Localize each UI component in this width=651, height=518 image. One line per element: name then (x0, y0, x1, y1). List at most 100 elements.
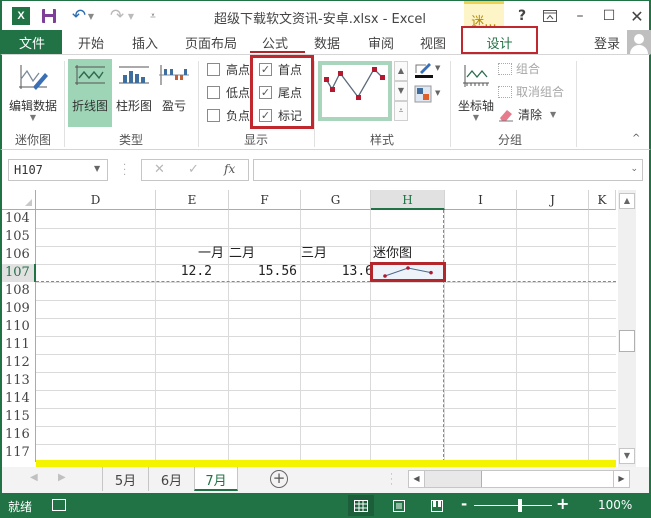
vertical-scrollbar[interactable]: ▲ ▼ (618, 190, 636, 467)
cancel-icon[interactable]: ✕ (154, 162, 165, 177)
sparkline-color-button[interactable]: ▼ (414, 61, 442, 79)
next-sheet-icon[interactable]: ▶ (58, 472, 66, 483)
vertical-scroll-thumb[interactable] (619, 330, 635, 352)
add-sheet-button[interactable]: + (270, 470, 288, 488)
formula-input[interactable]: ⌄ (253, 159, 643, 181)
axis-button[interactable]: 坐标轴 ▼ (454, 59, 498, 127)
redo-dropdown-icon[interactable]: ▼ (126, 7, 136, 25)
minimize-button[interactable]: – (570, 7, 590, 25)
gallery-scroll-down[interactable]: ▼ (394, 81, 408, 101)
tab-design[interactable]: 设计 (461, 26, 538, 54)
tab-insert[interactable]: 插入 (124, 30, 166, 54)
excel-app-icon[interactable]: X (12, 7, 30, 25)
sparkline-style-gallery[interactable] (318, 61, 392, 121)
negative-point-checkbox[interactable]: 负点 (207, 106, 250, 124)
row-header-111[interactable]: 111 (2, 336, 36, 354)
high-point-checkbox[interactable]: 高点 (207, 60, 250, 78)
group-button[interactable]: 组合 (498, 60, 540, 77)
column-sparkline-button[interactable]: 柱形图 (114, 59, 154, 127)
cell-E106[interactable]: 一月 (156, 245, 228, 263)
sparkline-cell-H107[interactable] (370, 262, 446, 282)
page-break-view-button[interactable] (424, 495, 450, 516)
row-header-113[interactable]: 113 (2, 372, 36, 390)
cell-F107[interactable]: 15.56 (229, 263, 301, 281)
tab-view[interactable]: 视图 (412, 30, 454, 54)
collapse-ribbon-button[interactable]: ^ (632, 133, 640, 144)
horizontal-scroll-thumb[interactable] (481, 471, 615, 487)
row-header-107[interactable]: 107 (2, 264, 36, 282)
column-header-D[interactable]: D (36, 190, 156, 210)
avatar[interactable] (627, 30, 651, 54)
insert-function-icon[interactable]: fx (224, 162, 235, 176)
checkbox-box[interactable] (207, 62, 220, 76)
row-header-104[interactable]: 104 (2, 210, 36, 228)
chevron-down-icon[interactable]: ▼ (94, 164, 100, 173)
column-header-H[interactable]: H (371, 190, 445, 210)
column-header-I[interactable]: I (445, 190, 517, 210)
checkbox-box[interactable] (207, 85, 220, 99)
sign-in-link[interactable]: 登录 (594, 33, 620, 52)
cell-G106[interactable]: 三月 (301, 245, 371, 263)
sheet-tab-june[interactable]: 6月 (148, 467, 194, 491)
marker-color-button[interactable]: ▼ (414, 85, 442, 103)
gallery-more[interactable]: ⩡ (394, 101, 408, 121)
column-header-E[interactable]: E (156, 190, 229, 210)
expand-formula-bar-icon[interactable]: ⌄ (630, 164, 638, 174)
prev-sheet-icon[interactable]: ◀ (30, 472, 38, 483)
win-loss-sparkline-button[interactable]: 盈亏 (156, 59, 192, 127)
tab-home[interactable]: 开始 (70, 30, 112, 54)
row-header-109[interactable]: 109 (2, 300, 36, 318)
tab-review[interactable]: 审阅 (360, 30, 402, 54)
close-button[interactable]: ✕ (627, 7, 647, 26)
save-icon[interactable] (40, 7, 58, 25)
clear-button[interactable]: 清除 ▼ (498, 106, 556, 123)
cell-H106[interactable]: 迷你图 (373, 245, 445, 263)
row-header-106[interactable]: 106 (2, 246, 36, 264)
redo-icon[interactable]: ↷ (108, 6, 126, 26)
line-sparkline-button[interactable]: 折线图 (68, 59, 112, 127)
row-header-114[interactable]: 114 (2, 390, 36, 408)
tab-page-layout[interactable]: 页面布局 (178, 30, 244, 54)
row-header-105[interactable]: 105 (2, 228, 36, 246)
edit-data-button[interactable]: 编辑数据 ▼ (6, 59, 60, 127)
customize-qat-icon[interactable]: ⩡ (147, 7, 159, 25)
tab-split-handle[interactable]: · · · (390, 471, 393, 490)
checkbox-box[interactable] (207, 108, 220, 122)
row-header-117[interactable]: 117 (2, 444, 36, 462)
ungroup-button[interactable]: 取消组合 (498, 83, 564, 100)
scroll-right-button[interactable]: ▶ (613, 471, 629, 487)
enter-icon[interactable]: ✓ (188, 162, 199, 177)
column-header-K[interactable]: K (589, 190, 616, 210)
sheet-tab-may[interactable]: 5月 (102, 467, 148, 491)
horizontal-scrollbar[interactable]: ◀ ▶ (408, 470, 630, 488)
zoom-out-button[interactable]: - (461, 495, 467, 513)
column-header-F[interactable]: F (229, 190, 301, 210)
scroll-up-button[interactable]: ▲ (619, 193, 635, 209)
macro-recording-icon[interactable] (52, 499, 66, 511)
gallery-scroll-up[interactable]: ▲ (394, 61, 408, 81)
page-layout-view-button[interactable] (386, 495, 412, 516)
undo-dropdown-icon[interactable]: ▼ (86, 7, 96, 25)
tab-file[interactable]: 文件 (2, 30, 62, 54)
cell-G107[interactable]: 13.6 (301, 263, 373, 281)
cell-E107[interactable]: 12.2 (156, 263, 216, 281)
row-header-110[interactable]: 110 (2, 318, 36, 336)
scroll-down-button[interactable]: ▼ (619, 448, 635, 464)
column-header-G[interactable]: G (301, 190, 371, 210)
zoom-slider-thumb[interactable] (518, 499, 522, 512)
row-header-108[interactable]: 108 (2, 282, 36, 300)
cell-F106[interactable]: 二月 (229, 245, 301, 263)
select-all-button[interactable] (2, 190, 36, 210)
row-header-112[interactable]: 112 (2, 354, 36, 372)
row-header-115[interactable]: 115 (2, 408, 36, 426)
ribbon-display-options-button[interactable] (540, 7, 560, 25)
row-header-116[interactable]: 116 (2, 426, 36, 444)
zoom-level[interactable]: 100% (598, 498, 632, 512)
help-button[interactable]: ? (512, 7, 532, 25)
zoom-slider[interactable] (474, 505, 552, 506)
sheet-tab-july[interactable]: 7月 (194, 467, 238, 491)
zoom-in-button[interactable]: + (556, 494, 569, 513)
name-box[interactable]: H107 (8, 159, 108, 181)
maximize-button[interactable]: ☐ (599, 7, 619, 25)
formula-bar-splitter[interactable]: · · · (123, 161, 126, 181)
